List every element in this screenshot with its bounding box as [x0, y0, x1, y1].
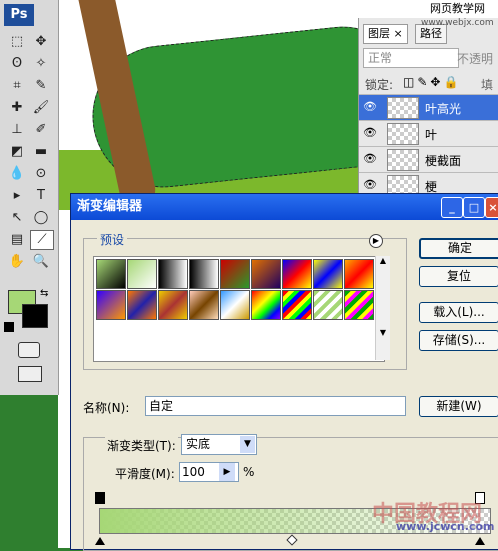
gradient-preset-swatch[interactable] [189, 259, 219, 289]
gradient-preset-swatch[interactable] [158, 259, 188, 289]
layer-thumbnail [387, 123, 419, 145]
swap-colors-icon[interactable]: ⇆ [40, 288, 48, 299]
blend-mode-select[interactable]: 正常 [363, 48, 459, 68]
gradient-preset-swatch[interactable] [251, 290, 281, 320]
gradient-preset-swatch[interactable] [189, 290, 219, 320]
tab-layers[interactable]: 图层 × [363, 24, 408, 44]
opacity-label: 不透明 [457, 52, 494, 66]
layer-row[interactable]: 👁 梗截面 [359, 146, 498, 172]
preset-swatch-grid [93, 256, 385, 362]
layer-thumbnail [387, 97, 419, 119]
gradient-preset-swatch[interactable] [127, 290, 157, 320]
layer-name: 梗截面 [425, 154, 462, 168]
color-stop-left[interactable] [95, 537, 105, 545]
gradient-preset-swatch[interactable] [344, 259, 374, 289]
eye-icon[interactable]: 👁 [363, 100, 379, 113]
watermark-logo-url: www.jcwcn.com [396, 520, 495, 533]
gradient-preset-swatch[interactable] [96, 259, 126, 289]
eye-icon[interactable]: 👁 [363, 152, 379, 165]
brush-icon[interactable]: 🖌 [30, 98, 52, 118]
healing-brush-icon[interactable]: ✚ [6, 98, 28, 118]
gradient-preset-swatch[interactable] [96, 290, 126, 320]
load-button[interactable]: 载入(L)... [419, 302, 498, 323]
layers-panel: 图层 × 路径 www.webjx.com 正常 不透明 锁定: ◫✎✥🔒 填 … [358, 18, 498, 198]
gradient-preset-swatch[interactable] [158, 290, 188, 320]
gradient-type-value: 实底 [186, 437, 211, 451]
layer-name: 叶高光 [425, 102, 462, 116]
eye-icon[interactable]: 👁 [363, 126, 379, 139]
fill-label: 填 [481, 78, 494, 92]
tools-panel: Ps ⇆ ⬚ ✥ ʘ ✧ ⌗ ✎ ✚ 🖌 ⊥ ✐ ◩ ▬ 💧 ⊙ ▸ T ↖ ◯ ▤ ⟋ ✋ 🔍 [0, 0, 59, 395]
crop-icon[interactable]: ⌗ [6, 76, 28, 96]
pen-icon[interactable]: ↖ [6, 208, 28, 228]
close-icon[interactable]: × [485, 197, 498, 218]
gradient-preset-swatch[interactable] [220, 259, 250, 289]
new-button[interactable]: 新建(W) [419, 396, 498, 417]
layer-name: 叶 [425, 128, 438, 142]
percent-label: % [243, 465, 255, 479]
layer-row[interactable]: 👁 叶高光 [359, 94, 498, 120]
gradient-preset-swatch[interactable] [344, 290, 374, 320]
blur-icon[interactable]: 💧 [6, 164, 28, 184]
shape-icon[interactable]: ◯ [30, 208, 52, 228]
lasso-icon[interactable]: ʘ [6, 54, 28, 74]
background-color-swatch[interactable] [22, 304, 48, 328]
quick-mask-icon[interactable] [18, 342, 40, 358]
dialog-titlebar[interactable]: 渐变编辑器 _ □ × [71, 194, 498, 220]
history-brush-icon[interactable]: ✐ [30, 120, 52, 140]
magic-wand-icon[interactable]: ✧ [30, 54, 52, 74]
zoom-icon[interactable]: 🔍 [30, 252, 52, 272]
default-colors-icon[interactable] [4, 322, 14, 332]
gradient-preset-swatch[interactable] [282, 259, 312, 289]
gradient-preset-swatch[interactable] [251, 259, 281, 289]
presets-scrollbar[interactable]: ▲ ▼ [375, 256, 390, 360]
ok-button[interactable]: 确定 [419, 238, 498, 259]
dodge-icon[interactable]: ⊙ [30, 164, 52, 184]
save-button[interactable]: 存储(S)... [419, 330, 498, 351]
eye-icon[interactable]: 👁 [363, 178, 379, 191]
photoshop-logo[interactable]: Ps [4, 4, 34, 26]
lock-icons[interactable]: ◫✎✥🔒 [403, 75, 461, 89]
hand-icon[interactable]: ✋ [6, 252, 28, 272]
lock-label: 锁定: [365, 78, 394, 92]
gradient-preset-swatch[interactable] [220, 290, 250, 320]
presets-menu-icon[interactable]: ▶ [369, 234, 383, 248]
eyedropper-icon[interactable]: ⟋ [30, 230, 54, 250]
minimize-icon[interactable]: _ [441, 197, 463, 218]
name-input[interactable]: 自定 [145, 396, 406, 416]
gradient-icon[interactable]: ▬ [30, 142, 52, 162]
marquee-icon[interactable]: ⬚ [6, 32, 28, 52]
move-icon[interactable]: ✥ [30, 32, 52, 52]
watermark-url: www.webjx.com [421, 18, 494, 28]
name-label: 名称(N): [83, 401, 130, 415]
chevron-down-icon[interactable]: ▼ [240, 436, 255, 453]
stamp-icon[interactable]: ⊥ [6, 120, 28, 140]
maximize-icon[interactable]: □ [463, 197, 485, 218]
notes-icon[interactable]: ▤ [6, 230, 28, 250]
slice-icon[interactable]: ✎ [30, 76, 52, 96]
path-select-icon[interactable]: ▸ [6, 186, 28, 206]
close-icon: × [393, 27, 403, 40]
dialog-title: 渐变编辑器 [77, 199, 143, 214]
layer-row[interactable]: 👁 叶 [359, 120, 498, 146]
eraser-icon[interactable]: ◩ [6, 142, 28, 162]
chevron-right-icon[interactable]: ▶ [219, 463, 235, 481]
opacity-stop-left[interactable] [95, 492, 105, 504]
presets-label: 预设 [97, 231, 128, 248]
gradient-preset-swatch[interactable] [313, 259, 343, 289]
gradient-preset-swatch[interactable] [282, 290, 312, 320]
color-stop-right[interactable] [475, 537, 485, 545]
type-icon[interactable]: T [30, 186, 52, 206]
gradient-type-select[interactable]: 实底 ▼ [181, 434, 257, 455]
screen-mode-icon[interactable] [18, 366, 42, 382]
gradient-type-label: 渐变类型(T): [105, 437, 178, 454]
gradient-preset-swatch[interactable] [127, 259, 157, 289]
gradient-preset-swatch[interactable] [313, 290, 343, 320]
layer-thumbnail [387, 149, 419, 171]
watermark-title: 网页教学网 [430, 2, 485, 15]
reset-button[interactable]: 复位 [419, 266, 498, 287]
smoothness-label: 平滑度(M): [115, 467, 175, 481]
